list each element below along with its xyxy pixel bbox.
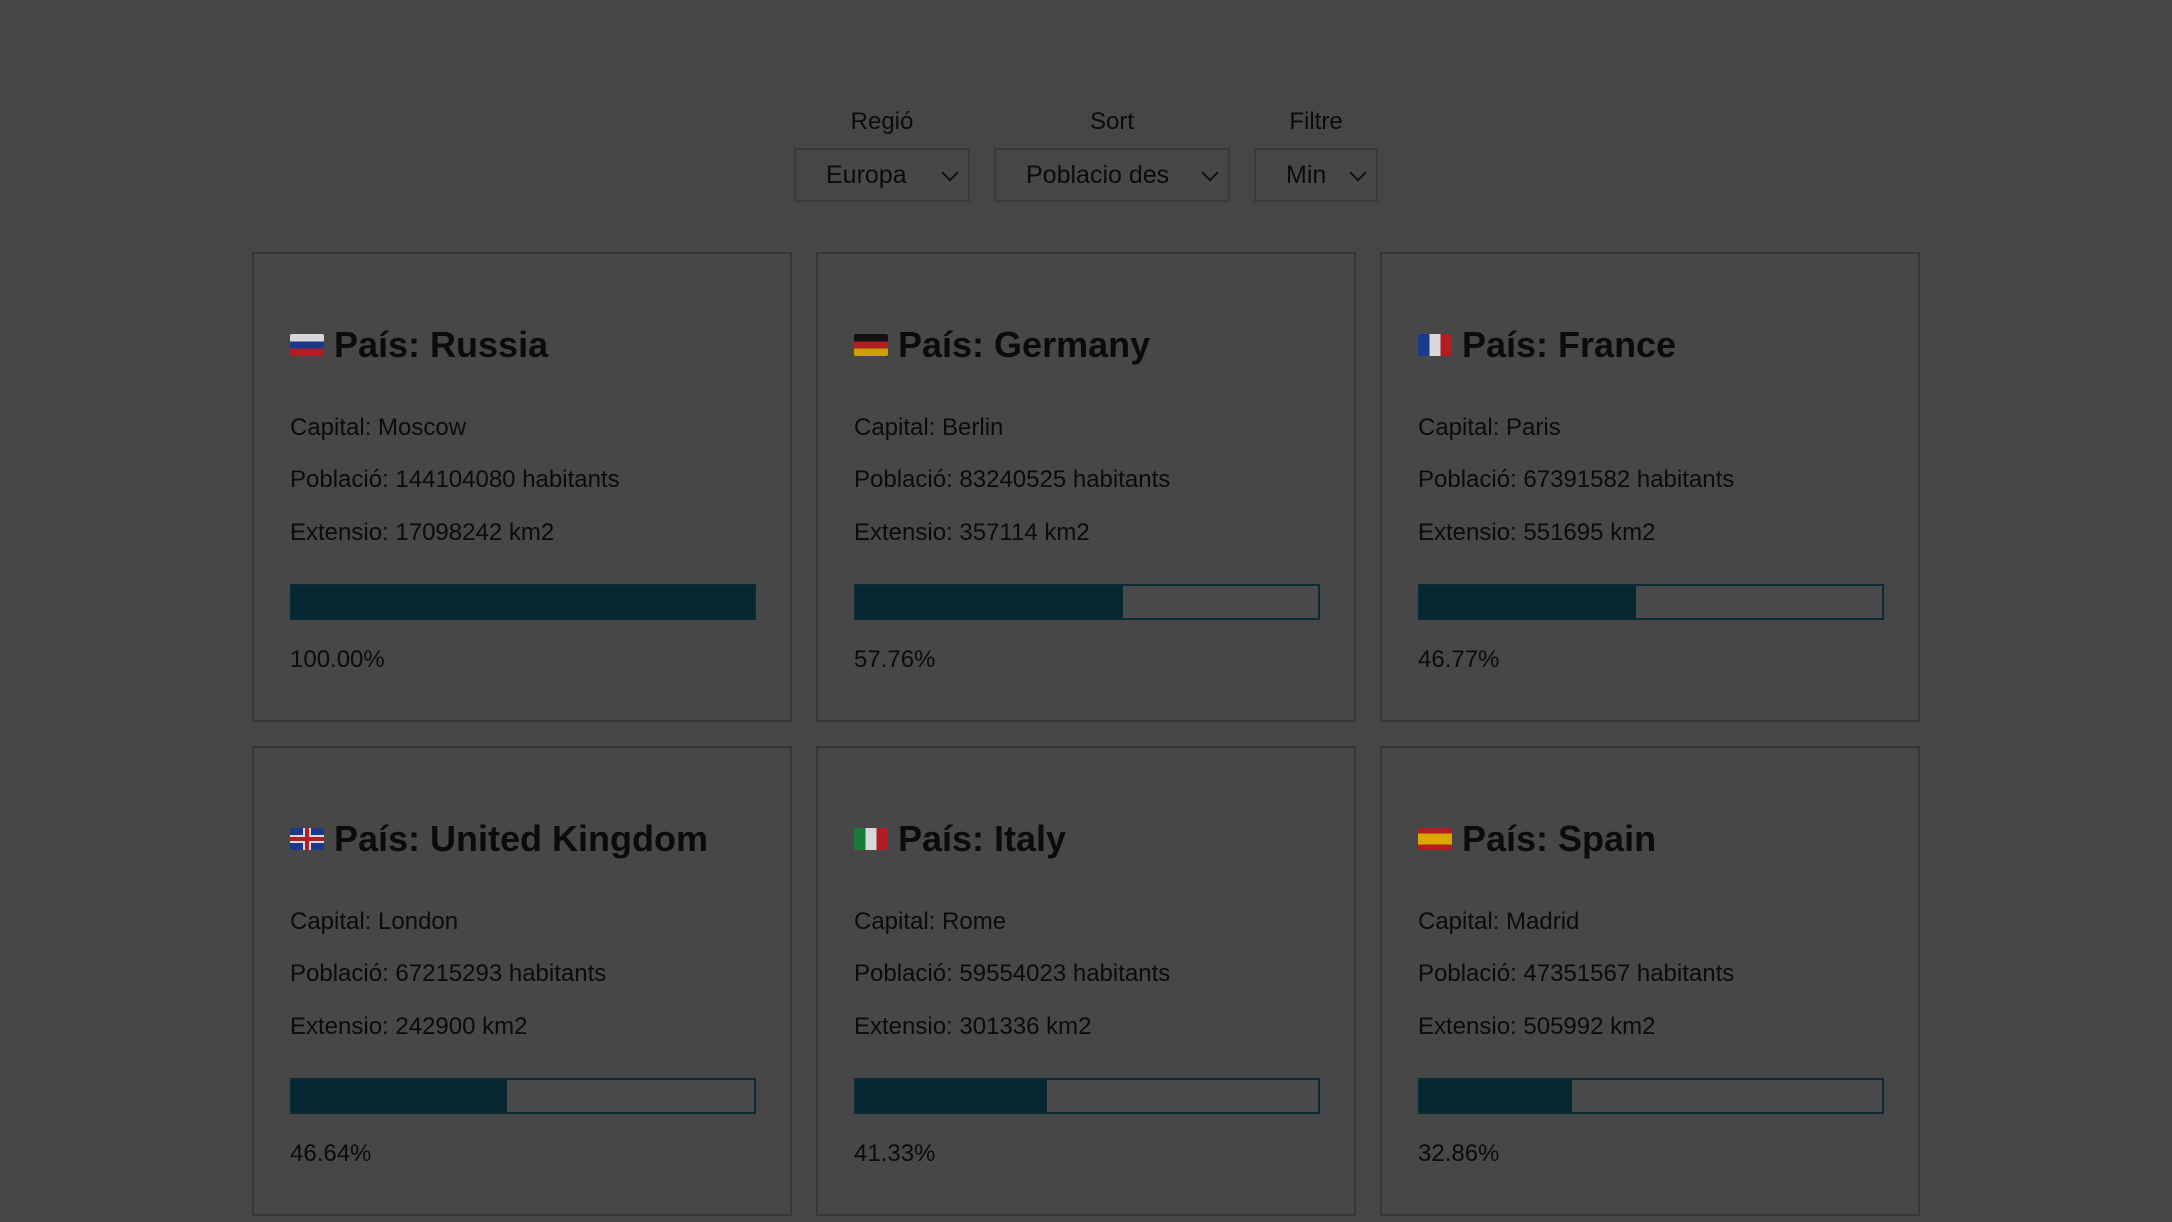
region-label: Regió bbox=[850, 108, 914, 135]
population-progress-bar bbox=[290, 1078, 756, 1114]
progress-fill bbox=[856, 586, 1123, 618]
population-progress-bar bbox=[290, 584, 756, 620]
capital-text: Capital: London bbox=[290, 908, 459, 935]
chevron-down-icon bbox=[1349, 164, 1367, 182]
country-card: País: Italy Capital: Rome Població: 5955… bbox=[816, 746, 1356, 1216]
card-title: País: France bbox=[1418, 324, 1676, 366]
percent-text: 46.64% bbox=[290, 1140, 372, 1167]
country-card: País: United Kingdom Capital: London Pob… bbox=[252, 746, 792, 1216]
percent-text: 100.00% bbox=[290, 646, 385, 673]
progress-fill bbox=[292, 586, 754, 618]
extension-text: Extensio: 551695 km2 bbox=[1418, 519, 1656, 546]
flag-germany-icon bbox=[854, 334, 888, 356]
population-progress-bar bbox=[854, 584, 1320, 620]
filter-control: Filtre Min bbox=[1254, 104, 1378, 202]
card-title: País: United Kingdom bbox=[290, 818, 708, 860]
sort-control: Sort Poblacio des bbox=[994, 104, 1230, 202]
country-card: País: Russia Capital: Moscow Població: 1… bbox=[252, 252, 792, 722]
filter-select-value: Min bbox=[1286, 160, 1327, 189]
capital-text: Capital: Madrid bbox=[1418, 908, 1580, 935]
chevron-down-icon bbox=[1201, 164, 1219, 182]
region-select[interactable]: Europa bbox=[794, 148, 970, 202]
progress-fill bbox=[1420, 1080, 1572, 1112]
population-text: Població: 59554023 habitants bbox=[854, 960, 1171, 987]
country-card: País: Spain Capital: Madrid Població: 47… bbox=[1380, 746, 1920, 1216]
sort-select-value: Poblacio des bbox=[1026, 160, 1170, 189]
chevron-down-icon bbox=[941, 164, 959, 182]
progress-fill bbox=[292, 1080, 508, 1112]
country-card: País: France Capital: Paris Població: 67… bbox=[1380, 252, 1920, 722]
extension-text: Extensio: 505992 km2 bbox=[1418, 1013, 1656, 1040]
percent-text: 57.76% bbox=[854, 646, 936, 673]
flag-russia-icon bbox=[290, 334, 324, 356]
sort-label: Sort bbox=[1089, 108, 1134, 135]
card-title: País: Germany bbox=[854, 324, 1150, 366]
sort-select[interactable]: Poblacio des bbox=[994, 148, 1230, 202]
flag-spain-icon bbox=[1418, 828, 1452, 850]
flag-united-kingdom-icon bbox=[290, 828, 324, 850]
progress-fill bbox=[856, 1080, 1047, 1112]
filter-label: Filtre bbox=[1289, 108, 1343, 135]
filter-controls: Regió Europa Sort Poblacio des Filtre Mi… bbox=[0, 104, 2172, 202]
population-progress-bar bbox=[1418, 1078, 1884, 1114]
capital-text: Capital: Moscow bbox=[290, 414, 467, 441]
card-title: País: Russia bbox=[290, 324, 548, 366]
population-text: Població: 67215293 habitants bbox=[290, 960, 607, 987]
flag-france-icon bbox=[1418, 334, 1452, 356]
card-title: País: Italy bbox=[854, 818, 1066, 860]
capital-text: Capital: Paris bbox=[1418, 414, 1561, 441]
population-text: Població: 67391582 habitants bbox=[1418, 466, 1735, 493]
country-name: País: United Kingdom bbox=[334, 818, 709, 859]
country-card: País: Germany Capital: Berlin Població: … bbox=[816, 252, 1356, 722]
progress-fill bbox=[1420, 586, 1637, 618]
extension-text: Extensio: 357114 km2 bbox=[854, 519, 1090, 546]
country-name: País: Spain bbox=[1462, 818, 1657, 859]
population-text: Població: 144104080 habitants bbox=[290, 466, 620, 493]
population-progress-bar bbox=[854, 1078, 1320, 1114]
card-title: País: Spain bbox=[1418, 818, 1656, 860]
region-select-value: Europa bbox=[826, 160, 907, 189]
flag-italy-icon bbox=[854, 828, 888, 850]
country-name: País: Germany bbox=[898, 324, 1151, 365]
percent-text: 32.86% bbox=[1418, 1140, 1500, 1167]
extension-text: Extensio: 17098242 km2 bbox=[290, 519, 555, 546]
population-text: Població: 83240525 habitants bbox=[854, 466, 1171, 493]
country-name: País: Italy bbox=[898, 818, 1067, 859]
country-name: País: Russia bbox=[334, 324, 549, 365]
percent-text: 46.77% bbox=[1418, 646, 1500, 673]
population-progress-bar bbox=[1418, 584, 1884, 620]
extension-text: Extensio: 301336 km2 bbox=[854, 1013, 1092, 1040]
population-text: Població: 47351567 habitants bbox=[1418, 960, 1735, 987]
filter-select[interactable]: Min bbox=[1254, 148, 1378, 202]
percent-text: 41.33% bbox=[854, 1140, 936, 1167]
capital-text: Capital: Rome bbox=[854, 908, 1007, 935]
country-name: País: France bbox=[1462, 324, 1677, 365]
region-control: Regió Europa bbox=[794, 104, 970, 202]
extension-text: Extensio: 242900 km2 bbox=[290, 1013, 528, 1040]
capital-text: Capital: Berlin bbox=[854, 414, 1004, 441]
country-grid: País: Russia Capital: Moscow Població: 1… bbox=[252, 252, 1920, 1216]
